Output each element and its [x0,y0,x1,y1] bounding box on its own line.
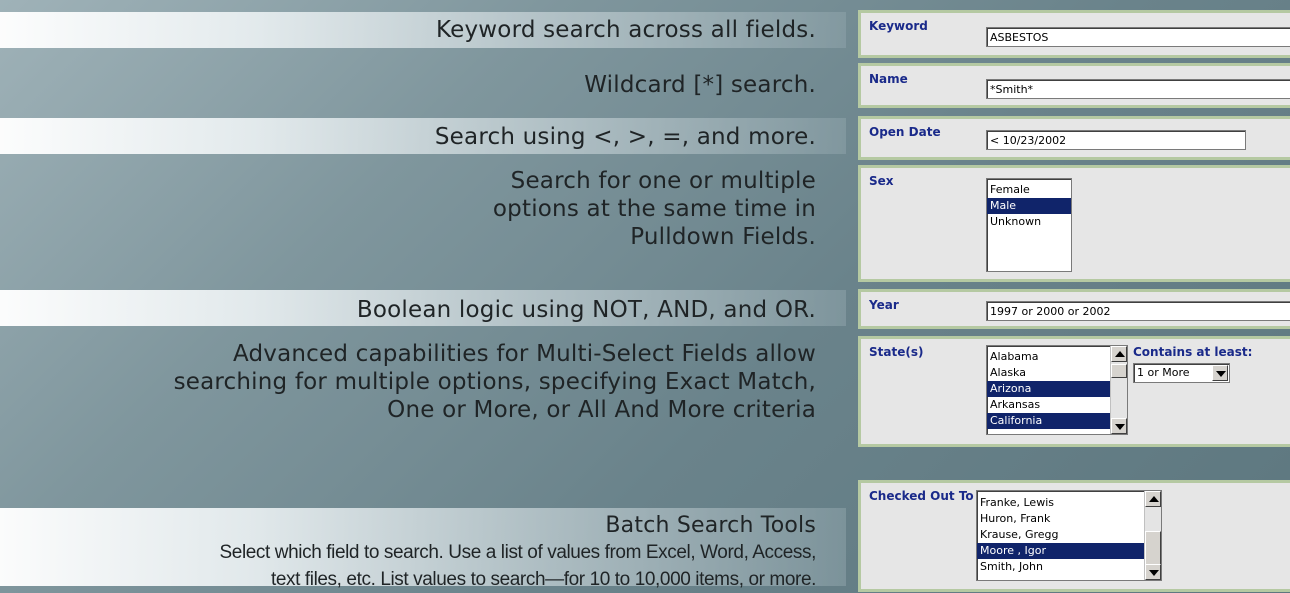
sex-option-unknown[interactable]: Unknown [987,214,1071,230]
state-option-arkansas[interactable]: Arkansas [987,397,1111,413]
batch-search-title: Batch Search Tools [605,513,816,538]
states-scroll-thumb[interactable] [1111,364,1127,378]
sex-option-female[interactable]: Female [987,182,1071,198]
caption-multiselect: Advanced capabilities for Multi-Select F… [174,340,816,424]
checked-out-option[interactable]: Franke, Lewis [977,495,1145,511]
name-panel: Name *Smith* [858,63,1290,108]
sex-panel: Sex Female Male Unknown [858,165,1290,282]
states-panel: State(s) Alabama Alaska Arizona Arkansas… [858,336,1290,447]
year-panel: Year 1997 or 2000 or 2002 [858,289,1290,329]
keyword-label: Keyword [869,19,928,33]
scroll-down-arrow-icon[interactable] [1111,418,1127,434]
caption-keyword: Keyword search across all fields. [435,17,816,43]
contains-at-least-value: 1 or More [1137,366,1190,379]
states-listbox[interactable]: Alabama Alaska Arizona Arkansas Californ… [986,345,1128,435]
open-date-panel: Open Date < 10/23/2002 [858,116,1290,160]
checked-out-label: Checked Out To [869,489,974,503]
caption-pulldown-line: Search for one or multiple [510,168,816,194]
year-label: Year [869,298,899,312]
feature-captions: Keyword search across all fields. Wildca… [0,0,846,593]
checked-out-listbox[interactable]: Franke, Lewis Huron, Frank Krause, Gregg… [976,490,1162,581]
caption-multiselect-line: One or More, or All And More criteria [387,397,816,423]
states-scrollbar[interactable] [1110,346,1127,434]
checked-out-option[interactable]: Krause, Gregg [977,527,1145,543]
batch-search-line: text files, etc. List values to search—f… [270,569,816,590]
sex-listbox[interactable]: Female Male Unknown [986,178,1072,272]
batch-search-line: Select which field to search. Use a list… [219,542,817,563]
scroll-up-arrow-icon[interactable] [1145,491,1161,507]
search-form: Keyword ASBESTOS Name *Smith* Open Date … [846,0,1290,593]
open-date-input[interactable]: < 10/23/2002 [986,130,1246,150]
year-input[interactable]: 1997 or 2000 or 2002 [986,301,1290,321]
caption-pulldown: Search for one or multiple options at th… [493,167,816,251]
checked-out-option[interactable]: Huron, Frank [977,511,1145,527]
open-date-label: Open Date [869,125,941,139]
sex-label: Sex [869,174,894,188]
contains-at-least-label: Contains at least: [1133,345,1253,359]
dropdown-arrow-icon[interactable] [1212,365,1228,381]
checked-out-scrollbar[interactable] [1144,491,1161,580]
keyword-panel: Keyword ASBESTOS [858,10,1290,58]
caption-multiselect-line: Advanced capabilities for Multi-Select F… [232,341,816,367]
caption-operators: Search using <, >, =, and more. [434,124,816,150]
state-option-alabama[interactable]: Alabama [987,349,1111,365]
states-label: State(s) [869,345,924,359]
state-option-alaska[interactable]: Alaska [987,365,1111,381]
checked-out-scroll-thumb[interactable] [1145,531,1161,565]
scroll-up-arrow-icon[interactable] [1111,346,1127,362]
sex-option-male[interactable]: Male [987,198,1071,214]
caption-pulldown-line: Pulldown Fields. [630,224,816,250]
checked-out-panel: Checked Out To Franke, Lewis Huron, Fran… [858,480,1290,592]
caption-pulldown-line: options at the same time in [492,196,816,222]
checked-out-option-selected[interactable]: Moore , Igor [977,543,1145,559]
contains-at-least-select[interactable]: 1 or More [1133,363,1230,383]
caption-wildcard: Wildcard [*] search. [584,72,816,98]
state-option-arizona[interactable]: Arizona [987,381,1111,397]
keyword-input[interactable]: ASBESTOS [986,27,1290,47]
checked-out-option[interactable]: Smith, John [977,559,1145,575]
scroll-down-arrow-icon[interactable] [1145,564,1161,580]
state-option-california[interactable]: California [987,413,1111,429]
caption-multiselect-line: searching for multiple options, specifyi… [173,369,816,395]
name-input[interactable]: *Smith* [986,79,1290,99]
caption-batch: Batch Search Tools Select which field to… [220,512,817,593]
name-label: Name [869,72,908,86]
caption-boolean: Boolean logic using NOT, AND, and OR. [356,297,816,323]
